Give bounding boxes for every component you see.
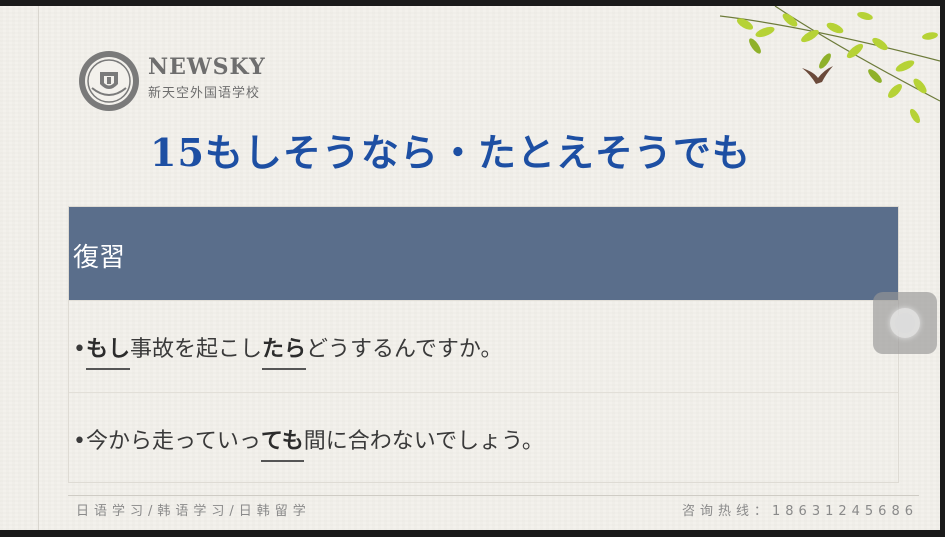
slide-edge-divider xyxy=(38,6,39,530)
slide-title: 15もしそうなら・たとえそうでも xyxy=(150,130,751,175)
footer-divider xyxy=(68,495,919,496)
grammar-keyword: たら xyxy=(262,337,307,362)
bullet: • xyxy=(73,429,86,454)
footer-hotline: 咨询热线：18631245686 xyxy=(682,504,918,519)
school-seal-logo-icon xyxy=(79,51,139,111)
brand-name-cn: 新天空外国语学校 xyxy=(148,86,261,101)
review-table: 復習 •もし事故を起こしたらどうするんですか。 •今から走っていっても間に合わな… xyxy=(68,206,899,483)
footer-services: 日语学习/韩语学习/日韩留学 xyxy=(76,504,311,519)
table-header: 復習 xyxy=(69,207,898,300)
sentence-text: 間に合わないでしょう。 xyxy=(303,429,544,454)
brand-name-en: NEWSKY xyxy=(148,54,266,80)
sentence-text: 事故を起こし xyxy=(130,337,263,362)
sentence-2: •今から走っていっても間に合わないでしょう。 xyxy=(73,423,544,455)
sentence-1: •もし事故を起こしたらどうするんですか。 xyxy=(73,331,503,363)
sentence-text: 今から走っていっ xyxy=(85,429,261,454)
grammar-keyword: ても xyxy=(260,429,304,454)
table-header-label: 復習 xyxy=(73,243,126,273)
swallow-bird-icon xyxy=(802,66,833,84)
slide-canvas: NEWSKY 新天空外国语学校 15もしそうなら・たとえそうでも 復習 •もし事… xyxy=(0,6,940,530)
table-row: •もし事故を起こしたらどうするんですか。 xyxy=(69,300,898,392)
table-row: •今から走っていっても間に合わないでしょう。 xyxy=(69,392,898,484)
bullet: • xyxy=(73,337,86,362)
grammar-keyword: もし xyxy=(85,337,130,362)
sentence-text: どうするんですか。 xyxy=(306,337,503,362)
floating-assistive-button-icon[interactable] xyxy=(873,292,937,354)
